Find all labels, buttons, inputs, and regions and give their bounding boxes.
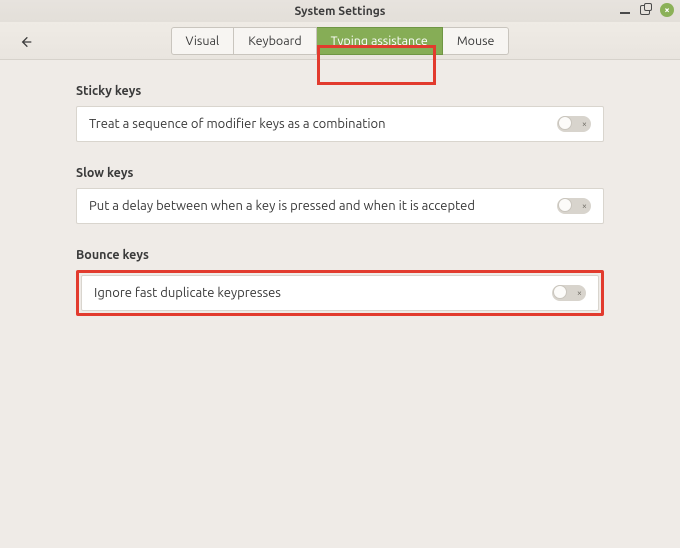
- tabbar: Visual Keyboard Typing assistance Mouse: [171, 27, 510, 55]
- maximize-icon[interactable]: [640, 5, 650, 15]
- tab-keyboard[interactable]: Keyboard: [234, 27, 316, 55]
- tab-mouse[interactable]: Mouse: [443, 27, 510, 55]
- section-title: Bounce keys: [76, 248, 604, 262]
- toggle-knob: [558, 116, 572, 130]
- toggle-off-icon: ×: [582, 201, 587, 211]
- tab-typing-assistance[interactable]: Typing assistance: [317, 27, 443, 55]
- titlebar: System Settings ×: [0, 0, 680, 22]
- row-label: Put a delay between when a key is presse…: [89, 199, 475, 213]
- minimize-icon[interactable]: [620, 12, 630, 14]
- toggle-off-icon: ×: [577, 288, 582, 298]
- section-bounce-keys: Bounce keys Ignore fast duplicate keypre…: [76, 248, 604, 316]
- section-title: Slow keys: [76, 166, 604, 180]
- back-button[interactable]: [14, 30, 38, 54]
- tab-visual[interactable]: Visual: [171, 27, 235, 55]
- section-slow-keys: Slow keys Put a delay between when a key…: [76, 166, 604, 224]
- toggle-knob: [553, 285, 567, 299]
- toggle-knob: [558, 198, 572, 212]
- close-icon[interactable]: ×: [660, 3, 674, 17]
- toggle-off-icon: ×: [582, 119, 587, 129]
- bounce-keys-row[interactable]: Ignore fast duplicate keypresses ×: [81, 275, 599, 311]
- tab-label: Mouse: [457, 34, 495, 48]
- window-controls: ×: [620, 3, 674, 17]
- slow-keys-toggle[interactable]: ×: [557, 198, 591, 214]
- window-title: System Settings: [295, 5, 386, 18]
- section-title: Sticky keys: [76, 84, 604, 98]
- sticky-keys-toggle[interactable]: ×: [557, 116, 591, 132]
- highlight-annotation-bounce: Ignore fast duplicate keypresses ×: [76, 270, 604, 316]
- tab-label: Keyboard: [248, 34, 301, 48]
- back-arrow-icon: [18, 34, 34, 50]
- content-area: Sticky keys Treat a sequence of modifier…: [0, 60, 680, 548]
- bounce-keys-toggle[interactable]: ×: [552, 285, 586, 301]
- close-glyph: ×: [664, 5, 669, 15]
- settings-window: System Settings × Visual Keyboard Typing…: [0, 0, 680, 548]
- row-label: Ignore fast duplicate keypresses: [94, 286, 281, 300]
- section-sticky-keys: Sticky keys Treat a sequence of modifier…: [76, 84, 604, 142]
- row-label: Treat a sequence of modifier keys as a c…: [89, 117, 386, 131]
- tab-label: Typing assistance: [331, 34, 428, 48]
- tab-label: Visual: [186, 34, 220, 48]
- toolbar: Visual Keyboard Typing assistance Mouse: [0, 22, 680, 60]
- sticky-keys-row[interactable]: Treat a sequence of modifier keys as a c…: [76, 106, 604, 142]
- slow-keys-row[interactable]: Put a delay between when a key is presse…: [76, 188, 604, 224]
